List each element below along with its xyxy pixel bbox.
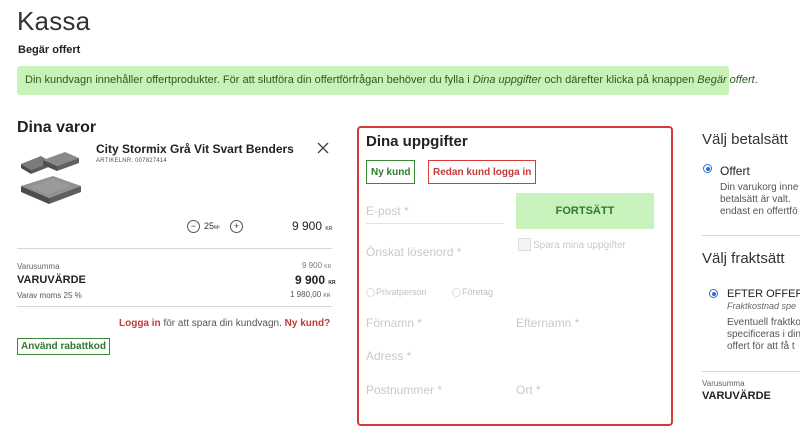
form-heading: Dina uppgifter — [366, 133, 468, 150]
vat-value-currency: KR — [323, 293, 331, 299]
last-name-placeholder: Efternamn * — [516, 316, 580, 330]
minus-icon: − — [190, 221, 197, 231]
line-price: 9 900 KR — [292, 219, 332, 233]
offer-payment-radio[interactable] — [703, 164, 712, 173]
first-name-field[interactable]: Förnamn * — [366, 316, 422, 330]
password-field[interactable]: Önskat lösenord * — [366, 245, 461, 259]
payment-description: Din varukorg inne betalsätt är valt. end… — [720, 182, 798, 218]
line-price-currency: KR — [325, 226, 333, 232]
goods-value-label: VARUVÄRDE — [17, 274, 86, 286]
postcode-field[interactable]: Postnummer * — [366, 383, 442, 397]
postcode-placeholder: Postnummer * — [366, 383, 443, 397]
quantity-unit: M² — [214, 225, 220, 231]
goods-value-currency: KR — [328, 280, 336, 286]
email-underline — [366, 223, 504, 224]
vat-label: Varav moms 25 % — [17, 291, 82, 300]
summary-goods-value-label: VARUVÄRDE — [702, 390, 771, 402]
offer-notice-banner: Din kundvagn innehåller offertprodukter.… — [17, 66, 758, 95]
new-customer-button[interactable]: Ny kund — [366, 160, 416, 184]
divider — [702, 371, 800, 372]
plus-icon: + — [233, 221, 240, 231]
vat-value-amount: 1 980,00 — [290, 290, 322, 299]
new-customer-link[interactable]: Ny kund? — [285, 318, 331, 329]
remove-item-button[interactable] — [316, 141, 330, 155]
sum-value: 9 900 KR — [302, 261, 331, 270]
shipping-desc-line: offert för att få t — [727, 341, 795, 352]
city-field[interactable]: Ort * — [516, 383, 541, 397]
line-price-value: 9 900 — [292, 219, 323, 233]
offer-payment-label: Offert — [720, 164, 750, 178]
notice-text-1: Din kundvagn innehåller offertprodukter.… — [25, 74, 473, 86]
payment-desc-line: betalsätt är valt. — [720, 194, 791, 205]
shipping-desc-line: Eventuell fraktko — [727, 317, 800, 328]
summary-sum-label: Varusumma — [702, 379, 745, 388]
sum-value-currency: KR — [324, 264, 332, 270]
address-field[interactable]: Adress * — [366, 349, 411, 363]
shipping-heading: Välj fraktsätt — [702, 250, 785, 267]
payment-desc-line: endast en offertfö — [720, 206, 798, 217]
company-radio[interactable] — [452, 288, 461, 297]
page-subtitle: Begär offert — [18, 44, 81, 56]
quantity-increase-button[interactable]: + — [230, 220, 243, 233]
private-person-label: Privatperson — [376, 287, 427, 297]
email-placeholder: E-post * — [366, 204, 409, 218]
quantity-value[interactable]: 25M² — [204, 221, 220, 231]
existing-customer-login-button[interactable]: Redan kund logga in — [428, 160, 537, 184]
quantity-number: 25 — [204, 221, 215, 231]
payment-desc-line: Din varukorg inne — [720, 182, 799, 193]
close-icon — [317, 142, 329, 154]
save-details-checkbox[interactable] — [518, 238, 531, 251]
shipping-after-offer-radio[interactable] — [709, 289, 718, 298]
payment-heading: Välj betalsätt — [702, 131, 788, 148]
shipping-desc-line: specificeras i din — [727, 329, 800, 340]
product-article-number: ARTIKELNR: 007827414 — [96, 158, 167, 164]
city-placeholder: Ort * — [516, 383, 541, 397]
notice-emphasis-2: Begär offert — [697, 74, 755, 86]
discount-code-button[interactable]: Använd rabattkod — [17, 338, 111, 355]
first-name-placeholder: Förnamn * — [366, 316, 423, 330]
last-name-field[interactable]: Efternamn * — [516, 316, 579, 330]
divider — [17, 248, 332, 249]
login-prompt: Logga in för att spara din kundvagn. Ny … — [119, 318, 330, 329]
shipping-option-subtitle: Fraktkostnad spe — [727, 301, 797, 311]
paving-stones-image[interactable] — [17, 146, 85, 214]
email-field[interactable]: E-post * — [366, 204, 504, 218]
product-name[interactable]: City Stormix Grå Vit Svart Benders — [96, 142, 294, 156]
shipping-description: Eventuell fraktko specificeras i din off… — [727, 317, 800, 353]
quantity-decrease-button[interactable]: − — [187, 220, 200, 233]
shipping-option-label: EFTER OFFERT — [727, 288, 800, 300]
notice-text-3: . — [754, 74, 758, 86]
goods-value: 9 900 KR — [295, 273, 336, 287]
address-placeholder: Adress * — [366, 349, 412, 363]
sum-value-amount: 9 900 — [302, 261, 323, 270]
divider — [17, 306, 332, 307]
private-person-radio[interactable] — [366, 288, 375, 297]
goods-value-amount: 9 900 — [295, 273, 326, 287]
notice-text-2: och därefter klicka på knappen — [541, 74, 698, 86]
divider — [702, 235, 800, 236]
notice-emphasis-1: Dina uppgifter — [472, 74, 542, 86]
login-prompt-text: för att spara din kundvagn. — [160, 318, 285, 329]
password-placeholder: Önskat lösenord * — [366, 245, 462, 259]
vat-value: 1 980,00 KR — [290, 290, 330, 299]
save-details-label: Spara mina uppgifter — [533, 240, 626, 251]
company-label: Företag — [462, 287, 494, 297]
login-link[interactable]: Logga in — [119, 318, 161, 329]
sum-label: Varusumma — [17, 262, 60, 271]
continue-button[interactable]: FORTSÄTT — [516, 193, 654, 229]
page-title: Kassa — [17, 6, 91, 36]
cart-heading: Dina varor — [17, 119, 97, 136]
